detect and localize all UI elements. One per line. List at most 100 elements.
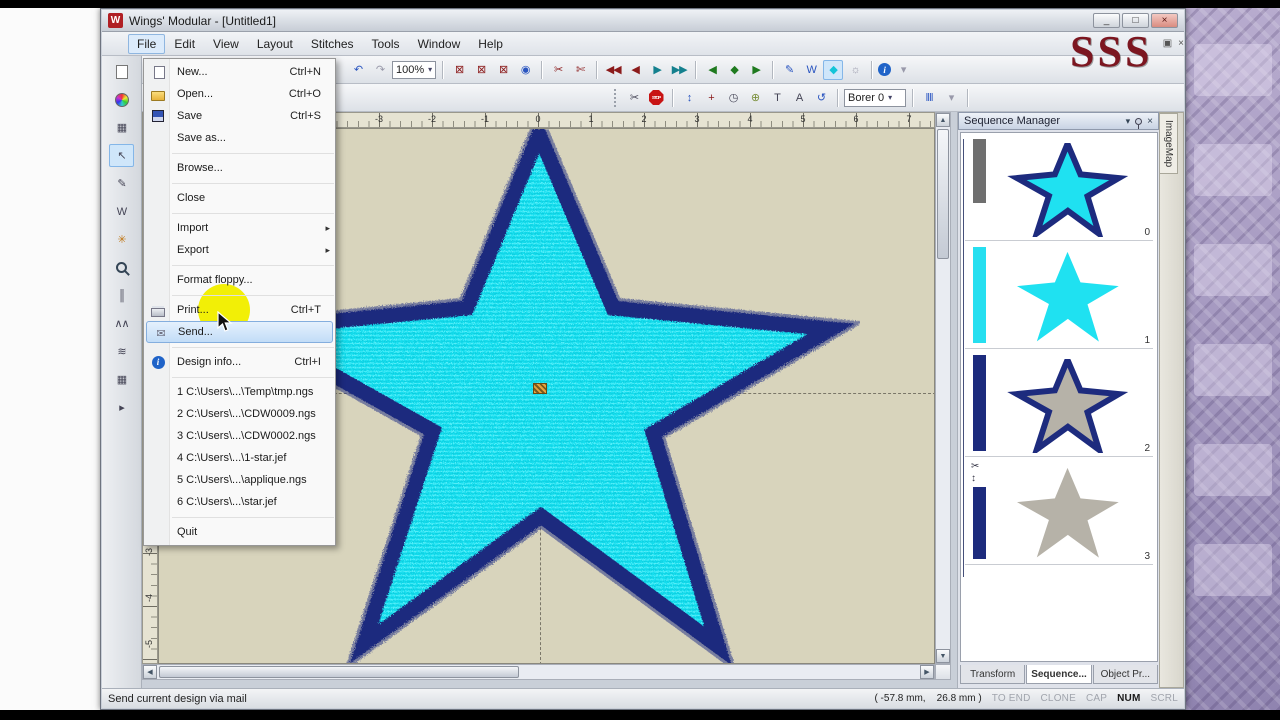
zoom-combo[interactable]: 100% ▾ [392, 60, 437, 79]
running-stitch-icon[interactable]: ║ [109, 284, 134, 307]
menu-item-shortcut: Ctrl+T [290, 304, 321, 316]
panel-close-icon[interactable]: × [1147, 116, 1153, 127]
tab-sequence[interactable]: Sequence... [1026, 665, 1092, 684]
file-menu-item-save[interactable]: Save Ctrl+S [144, 105, 335, 127]
design-thumbnail [999, 251, 1139, 345]
tab-imagemap[interactable]: ImageMap [1160, 113, 1178, 175]
tab-transform[interactable]: Transform [960, 665, 1026, 684]
close-button[interactable]: × [1151, 13, 1178, 28]
chevron-down-icon[interactable]: ▾ [893, 60, 913, 80]
trim-b-icon[interactable]: ✄ [570, 60, 590, 80]
menu-view[interactable]: View [204, 34, 248, 54]
menu-help[interactable]: Help [469, 34, 512, 54]
undo-icon[interactable]: ↶ [348, 60, 368, 80]
borer-combo[interactable]: Borer 0 ▾ [844, 88, 906, 107]
sequence-item[interactable]: 2 [965, 351, 1153, 457]
measure-icon[interactable]: ✎ [779, 60, 799, 80]
ruler-number: -2 [427, 114, 437, 124]
color-palette-icon[interactable] [109, 88, 134, 111]
file-menu-item-quit[interactable]: Quit [144, 521, 335, 543]
scroll-down-icon[interactable]: ▼ [936, 649, 950, 663]
menu-file[interactable]: File [128, 33, 166, 54]
origin-cross-icon[interactable]: + [701, 88, 721, 108]
sequence-item[interactable]: 0 [965, 135, 1153, 241]
file-menu-item-import[interactable]: Import ▸ [144, 217, 335, 239]
design-browser-icon[interactable]: ▦ [109, 116, 134, 139]
preview-eye-icon[interactable]: ◉ [515, 60, 535, 80]
file-menu-recent-5[interactable]: 5 C:\Users\...\applique.ngs [144, 469, 335, 491]
toggle-to-end: TO END [991, 693, 1031, 704]
menu-item-label: 3 C:\Users\...\CDW0002.ngs [177, 430, 316, 442]
settings-sun-icon[interactable]: ☼ [845, 60, 865, 80]
tab-object-properties[interactable]: Object Pr... [1092, 665, 1158, 684]
needle-bar-icon[interactable]: ‖‖ [919, 88, 939, 108]
file-menu-item-print[interactable]: Print... Ctrl+T [144, 299, 335, 321]
ruler-number: 1 [588, 114, 594, 124]
vertical-scroll-thumb[interactable] [937, 129, 949, 259]
cursor-coordinates: ( -57.8 mm, 26.8 mm ) [874, 693, 982, 704]
file-menu-recent-1[interactable]: 1 C:\Users\...\Temp\tmp.ngs [144, 381, 335, 403]
stop-icon[interactable]: STOP [646, 88, 666, 108]
trim-a-icon[interactable]: ✂ [548, 60, 568, 80]
file-menu-recent-4[interactable]: 4 C:\Users\...\1-star.jef [144, 447, 335, 469]
menu-item-label: Design info... [177, 356, 242, 368]
scroll-right-icon[interactable]: ▶ [920, 665, 934, 679]
new-document-icon[interactable] [109, 60, 134, 83]
zoom-tool-icon[interactable] [109, 256, 134, 279]
menu-layout[interactable]: Layout [248, 34, 302, 54]
file-menu-recent-2[interactable]: 2 C:\Users\...\CDW0009.ngs [144, 403, 335, 425]
nav-next-icon[interactable]: ▶ [647, 60, 667, 80]
sequence-manager-header[interactable]: Sequence Manager ▾ × [958, 112, 1159, 130]
stitch-view-b-icon[interactable]: ⊠ [471, 60, 491, 80]
menu-edit[interactable]: Edit [165, 34, 204, 54]
scroll-up-icon[interactable]: ▲ [936, 113, 950, 127]
vertical-scrollbar[interactable]: ▲ ▼ [935, 112, 951, 664]
stitch-view-a-icon[interactable]: ⊠ [449, 60, 469, 80]
nav-first-icon[interactable]: ◀◀ [603, 60, 623, 80]
rotate-icon[interactable]: ↺ [811, 88, 831, 108]
nav-prev-icon[interactable]: ◀ [625, 60, 645, 80]
letter-a-icon[interactable]: A [789, 88, 809, 108]
scroll-left-icon[interactable]: ◀ [143, 665, 157, 679]
file-menu-item-new[interactable]: New... Ctrl+N [144, 61, 335, 83]
menu-window[interactable]: Window [409, 34, 470, 54]
chevron-down-icon[interactable]: ▾ [941, 88, 961, 108]
satin-stitch-icon[interactable]: ≋ [109, 340, 134, 363]
scissors-icon[interactable]: ✂ [624, 88, 644, 108]
needle-updown-icon[interactable]: ↕ [679, 88, 699, 108]
globe-icon[interactable]: ⊕ [745, 88, 765, 108]
redo-icon[interactable]: ↷ [370, 60, 390, 80]
sequence-item[interactable]: 1 [965, 243, 1153, 349]
chevron-down-icon: ▾ [888, 93, 893, 102]
select-object-icon[interactable]: ↖ [109, 144, 134, 167]
nav-last-icon[interactable]: ▶▶ [669, 60, 689, 80]
title-bar[interactable]: W Wings' Modular - [Untitled1] _ □ × [102, 10, 1184, 32]
text-tool-icon[interactable]: T [767, 88, 787, 108]
object-next-icon[interactable]: ▶ [746, 60, 766, 80]
toolbar-grip[interactable] [614, 88, 618, 107]
clock-icon[interactable]: ◷ [723, 88, 743, 108]
object-shape-icon[interactable]: ◆ [724, 60, 744, 80]
mdi-close-icon[interactable]: × [1178, 38, 1184, 49]
stitch-view-c-icon[interactable]: ⊠ [493, 60, 513, 80]
edit-pen-icon[interactable]: ✎ [109, 172, 134, 195]
info-icon[interactable]: i [878, 63, 892, 76]
zigzag-stitch-icon[interactable]: ∧∧ [109, 312, 134, 335]
horizontal-scroll-thumb[interactable] [159, 666, 519, 678]
pattern-grid-icon[interactable]: ▦ [109, 368, 134, 391]
sequence-item[interactable]: ✂ ↕ 3 [965, 459, 1153, 565]
w-tool-icon[interactable]: W [801, 60, 821, 80]
star-tool-icon[interactable]: ✳ [109, 228, 134, 251]
file-menu-recent-3[interactable]: 3 C:\Users\...\CDW0002.ngs [144, 425, 335, 447]
panel-expand-icon[interactable]: ▸ [109, 396, 134, 419]
object-prev-icon[interactable]: ◀ [702, 60, 722, 80]
pin-icon[interactable] [1135, 117, 1143, 129]
horizontal-scrollbar[interactable]: ◀ ▶ [142, 664, 935, 680]
lettering-icon[interactable]: W [109, 200, 134, 223]
panel-menu-icon[interactable]: ▾ [1126, 116, 1131, 127]
mdi-restore-icon[interactable]: ▣ [1163, 38, 1172, 49]
menu-tools[interactable]: Tools [363, 34, 409, 54]
menu-stitches[interactable]: Stitches [302, 34, 363, 54]
shape-diamond-icon[interactable]: ◆ [823, 59, 844, 80]
file-menu-item-open[interactable]: Open... Ctrl+O [144, 83, 335, 105]
